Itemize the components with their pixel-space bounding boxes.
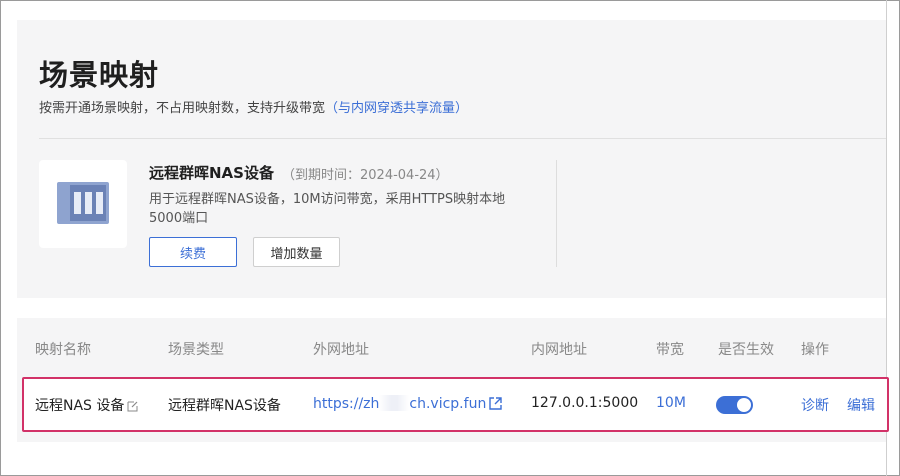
nas-device-shade [60, 185, 70, 221]
column-header-bandwidth: 带宽 [656, 342, 684, 358]
mapping-name: 远程NAS 设备 [35, 398, 125, 414]
nas-slot [96, 192, 103, 214]
external-address-suffix: ch.vicp.fun [409, 396, 487, 412]
column-header-enabled: 是否生效 [718, 342, 774, 358]
page-title: 场景映射 [39, 58, 160, 92]
enabled-toggle[interactable] [716, 396, 753, 414]
header-divider [39, 138, 886, 139]
column-header-actions: 操作 [801, 342, 829, 358]
toggle-knob [737, 398, 751, 412]
internal-address-cell: 127.0.0.1:5000 [531, 395, 639, 411]
product-expire-date: （到期时间：2024-04-24） [282, 168, 449, 183]
column-header-name: 映射名称 [35, 342, 91, 358]
page-subtitle: 按需开通场景映射，不占用映射数，支持升级带宽（与内网穿透共享流量） [39, 97, 468, 116]
column-header-external: 外网地址 [313, 342, 369, 358]
column-header-internal: 内网地址 [531, 342, 587, 358]
product-separator [556, 160, 557, 267]
external-link-icon[interactable] [489, 397, 503, 414]
renew-button[interactable]: 续费 [149, 237, 237, 267]
edit-icon[interactable] [127, 400, 139, 416]
external-address-prefix: https://zh [313, 396, 380, 412]
edit-link[interactable]: 编辑 [847, 395, 875, 415]
subtitle-text: 按需开通场景映射，不占用映射数，支持升级带宽 [39, 101, 326, 116]
add-quantity-button[interactable]: 增加数量 [253, 237, 340, 267]
column-header-type: 场景类型 [168, 342, 224, 358]
product-description: 用于远程群晖NAS设备，10M访问带宽，采用HTTPS映射本地5000端口 [149, 192, 506, 226]
product-image [39, 160, 127, 248]
external-address-link[interactable]: https://zh ch.vicp.fun [313, 395, 503, 414]
traffic-share-link[interactable]: （与内网穿透共享流量） [325, 101, 468, 116]
nas-device-icon [57, 182, 109, 224]
product-name: 远程群晖NAS设备 [149, 164, 274, 182]
nas-slot [85, 192, 92, 214]
redacted-mask [379, 395, 410, 411]
bandwidth-link[interactable]: 10M [656, 395, 686, 411]
mapping-name-cell: 远程NAS 设备 [35, 395, 139, 416]
diagnose-link[interactable]: 诊断 [801, 395, 829, 415]
nas-slot [74, 192, 81, 214]
scene-type-cell: 远程群晖NAS设备 [168, 398, 281, 414]
